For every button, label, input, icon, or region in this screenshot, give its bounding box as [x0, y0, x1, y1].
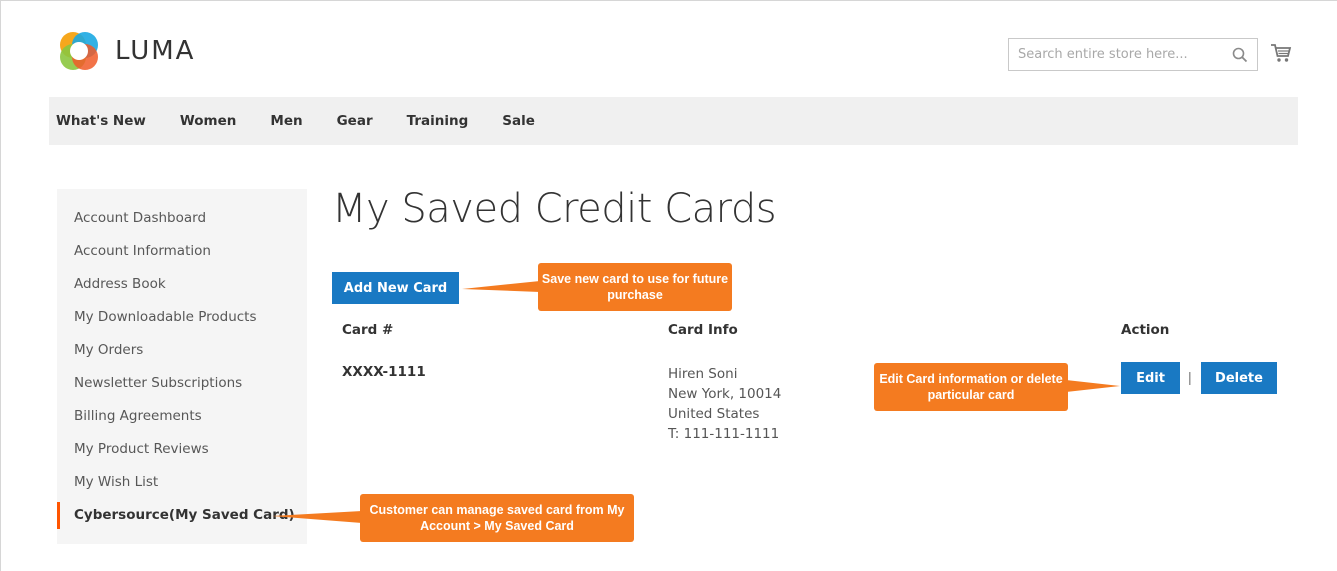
callout-edit-delete: Edit Card information or delete particul… — [874, 363, 1068, 411]
card-number: XXXX-1111 — [342, 364, 426, 380]
nav-item-whats-new[interactable]: What's New — [56, 113, 146, 129]
callout-add-card: Save new card to use for future purchase — [538, 263, 732, 311]
card-country: United States — [668, 406, 760, 422]
card-city-zip: New York, 10014 — [668, 386, 782, 402]
nav-item-men[interactable]: Men — [270, 113, 302, 129]
store-logo[interactable]: LUMA — [57, 29, 195, 73]
sidebar-item-my-orders[interactable]: My Orders — [74, 342, 143, 358]
edit-card-button[interactable]: Edit — [1121, 362, 1180, 394]
delete-card-button[interactable]: Delete — [1201, 362, 1277, 394]
search-input[interactable] — [1009, 39, 1219, 70]
sidebar-item-product-reviews[interactable]: My Product Reviews — [74, 441, 209, 457]
nav-item-women[interactable]: Women — [180, 113, 237, 129]
column-header-card-info: Card Info — [668, 322, 738, 338]
nav-item-gear[interactable]: Gear — [337, 113, 373, 129]
sidebar-item-saved-card[interactable]: Cybersource(My Saved Card) — [74, 507, 295, 523]
active-indicator — [57, 502, 60, 529]
luma-logo-icon — [57, 29, 101, 73]
add-new-card-button[interactable]: Add New Card — [332, 272, 459, 304]
card-phone: T: 111-111-1111 — [668, 426, 780, 442]
nav-item-sale[interactable]: Sale — [502, 113, 535, 129]
sidebar-item-account-dashboard[interactable]: Account Dashboard — [74, 210, 206, 226]
sidebar-item-downloadable-products[interactable]: My Downloadable Products — [74, 309, 257, 325]
sidebar-item-billing-agreements[interactable]: Billing Agreements — [74, 408, 202, 424]
sidebar-item-account-information[interactable]: Account Information — [74, 243, 211, 259]
page-title: My Saved Credit Cards — [332, 186, 777, 232]
action-separator: | — [1188, 369, 1192, 385]
nav-item-training[interactable]: Training — [407, 113, 469, 129]
card-holder-name: Hiren Soni — [668, 366, 738, 382]
cart-icon[interactable] — [1270, 42, 1292, 64]
sidebar-item-wish-list[interactable]: My Wish List — [74, 474, 158, 490]
column-header-card: Card # — [342, 322, 394, 338]
store-name: LUMA — [115, 36, 196, 66]
card-info: Hiren Soni New York, 10014 United States… — [668, 364, 781, 444]
account-sidebar: Account Dashboard Account Information Ad… — [57, 189, 307, 544]
search-box — [1008, 38, 1258, 71]
main-navigation: What's New Women Men Gear Training Sale — [49, 97, 1298, 145]
search-icon[interactable] — [1231, 46, 1249, 64]
sidebar-item-newsletter[interactable]: Newsletter Subscriptions — [74, 375, 242, 391]
callout-saved-card-menu: Customer can manage saved card from My A… — [360, 494, 634, 542]
sidebar-item-address-book[interactable]: Address Book — [74, 276, 166, 292]
column-header-action: Action — [1121, 322, 1170, 338]
